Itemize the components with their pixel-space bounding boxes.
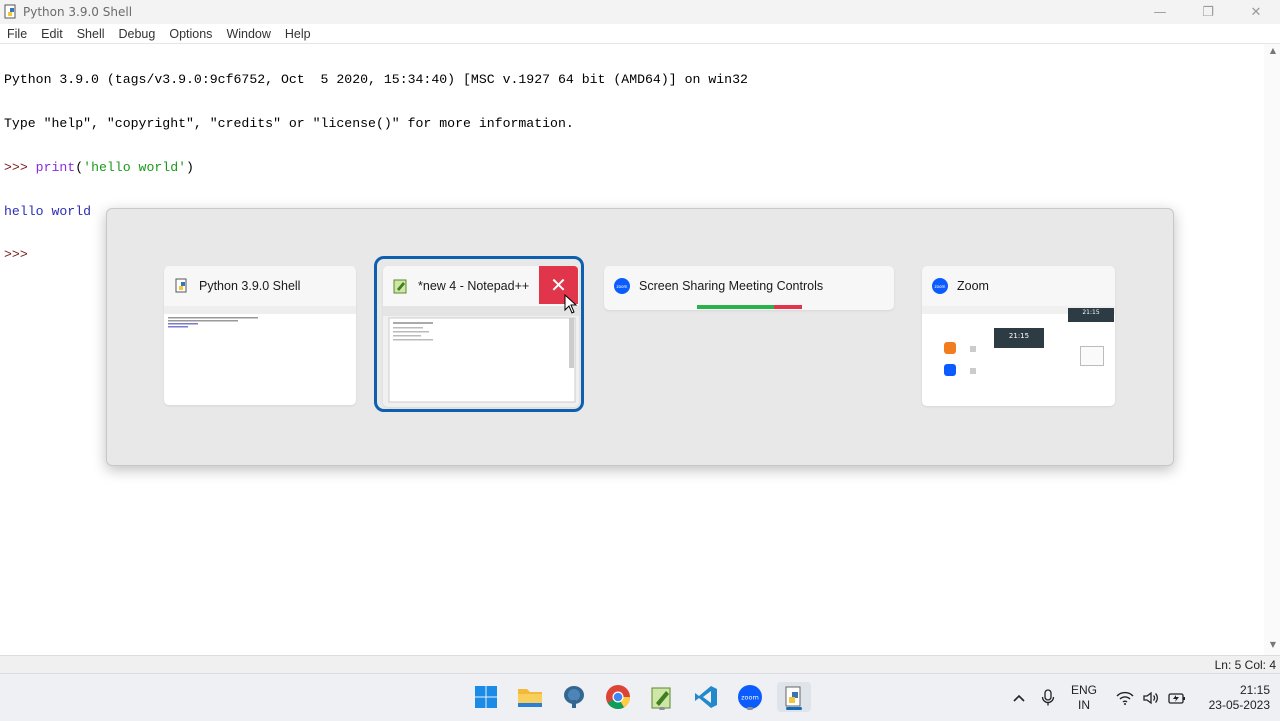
wifi-icon [1116, 691, 1134, 705]
tray-overflow-chevron-icon[interactable] [1009, 690, 1029, 705]
mouse-cursor-icon [564, 294, 578, 314]
volume-icon [1143, 691, 1158, 704]
zoom-icon: zoom [932, 278, 948, 294]
paren-open: ( [75, 159, 84, 175]
menu-file[interactable]: File [7, 27, 27, 41]
taskbar-zoom[interactable]: zoom [735, 682, 765, 712]
menu-window[interactable]: Window [226, 27, 270, 41]
clock[interactable]: 21:15 23-05-2023 [1209, 683, 1270, 713]
python-idle-icon [175, 278, 187, 293]
status-bar: Ln: 5 Col: 4 [0, 655, 1280, 674]
string-literal: 'hello world' [83, 159, 187, 175]
taskbar-file-explorer[interactable] [515, 682, 545, 712]
card-label: Zoom [957, 279, 989, 293]
windows-start-icon [475, 686, 497, 708]
pgadmin-icon [564, 686, 584, 708]
window-thumbnail: 21:15 21:15 [922, 306, 1115, 406]
language-code: ENG [1071, 682, 1098, 697]
vertical-scrollbar[interactable] [1264, 44, 1280, 655]
clock-date: 23-05-2023 [1208, 697, 1270, 712]
window-thumbnail [164, 306, 356, 405]
python-idle-icon [4, 4, 16, 19]
chrome-icon [606, 685, 630, 710]
minimize-button[interactable]: — [1136, 0, 1184, 24]
shell-input-line: >>> print('hello world') [4, 159, 1264, 176]
taskbar-notepadpp[interactable] [647, 682, 677, 712]
scroll-down-icon[interactable]: ▼ [1270, 640, 1276, 649]
zoom-icon: zoom [614, 278, 630, 294]
running-indicator [747, 707, 753, 710]
maximize-button[interactable]: ❐ [1184, 0, 1232, 24]
meeting-controls-strip [697, 305, 802, 309]
svg-text:zoom: zoom [617, 284, 628, 289]
cursor-position: Ln: 5 Col: 4 [1214, 658, 1276, 672]
menu-shell[interactable]: Shell [77, 27, 105, 41]
card-label: Python 3.9.0 Shell [199, 279, 301, 293]
start-button[interactable] [471, 682, 501, 712]
zoom-logo-text: zoom [741, 694, 759, 702]
running-indicator [659, 707, 665, 710]
shell-info-line: Type "help", "copyright", "credits" or "… [4, 115, 574, 131]
quick-settings[interactable] [1116, 674, 1186, 721]
vscode-icon [695, 686, 717, 708]
python-idle-icon [785, 686, 801, 707]
switcher-card-python-shell[interactable]: Python 3.9.0 Shell [164, 266, 356, 405]
shell-prompt: >>> [4, 247, 36, 263]
file-explorer-icon [518, 689, 542, 707]
language-indicator[interactable]: ENG IN [1071, 683, 1097, 713]
zoom-thumb-clock-big: 21:15 [994, 328, 1044, 348]
taskbar-pgadmin[interactable] [559, 682, 589, 712]
menu-edit[interactable]: Edit [41, 27, 63, 41]
close-window-button[interactable]: ✕ [1232, 0, 1280, 24]
shell-prompt: >>> [4, 159, 36, 175]
region-code: IN [1078, 697, 1090, 712]
switcher-card-zoom[interactable]: zoom Zoom 21:15 21:15 [922, 266, 1115, 406]
menu-debug[interactable]: Debug [119, 27, 156, 41]
battery-charging-icon [1168, 692, 1185, 704]
svg-text:zoom: zoom [935, 284, 946, 289]
scroll-up-icon[interactable]: ▲ [1270, 46, 1276, 55]
running-indicator-active [786, 707, 802, 710]
taskbar-python-idle[interactable] [777, 682, 811, 712]
builtin-print: print [35, 159, 76, 175]
taskbar: zoom ENG IN 21:15 23-05-2023 [0, 673, 1280, 721]
clock-time: 21:15 [1239, 682, 1270, 697]
card-label: Screen Sharing Meeting Controls [639, 279, 824, 293]
window-title: Python 3.9.0 Shell [23, 5, 133, 19]
shell-banner-line: Python 3.9.0 (tags/v3.9.0:9cf6752, Oct 5… [4, 72, 748, 88]
switcher-card-screen-sharing[interactable]: zoom Screen Sharing Meeting Controls [604, 266, 894, 310]
paren-close: ) [186, 159, 194, 175]
taskbar-chrome[interactable] [603, 682, 633, 712]
menu-bar: File Edit Shell Debug Options Window Hel… [0, 24, 1280, 44]
zoom-thumb-clock: 21:15 [1068, 308, 1114, 322]
menu-options[interactable]: Options [169, 27, 212, 41]
microphone-icon[interactable] [1040, 688, 1056, 707]
taskbar-vscode[interactable] [691, 682, 721, 712]
window-titlebar: Python 3.9.0 Shell — ❐ ✕ [0, 0, 1280, 24]
menu-help[interactable]: Help [285, 27, 311, 41]
